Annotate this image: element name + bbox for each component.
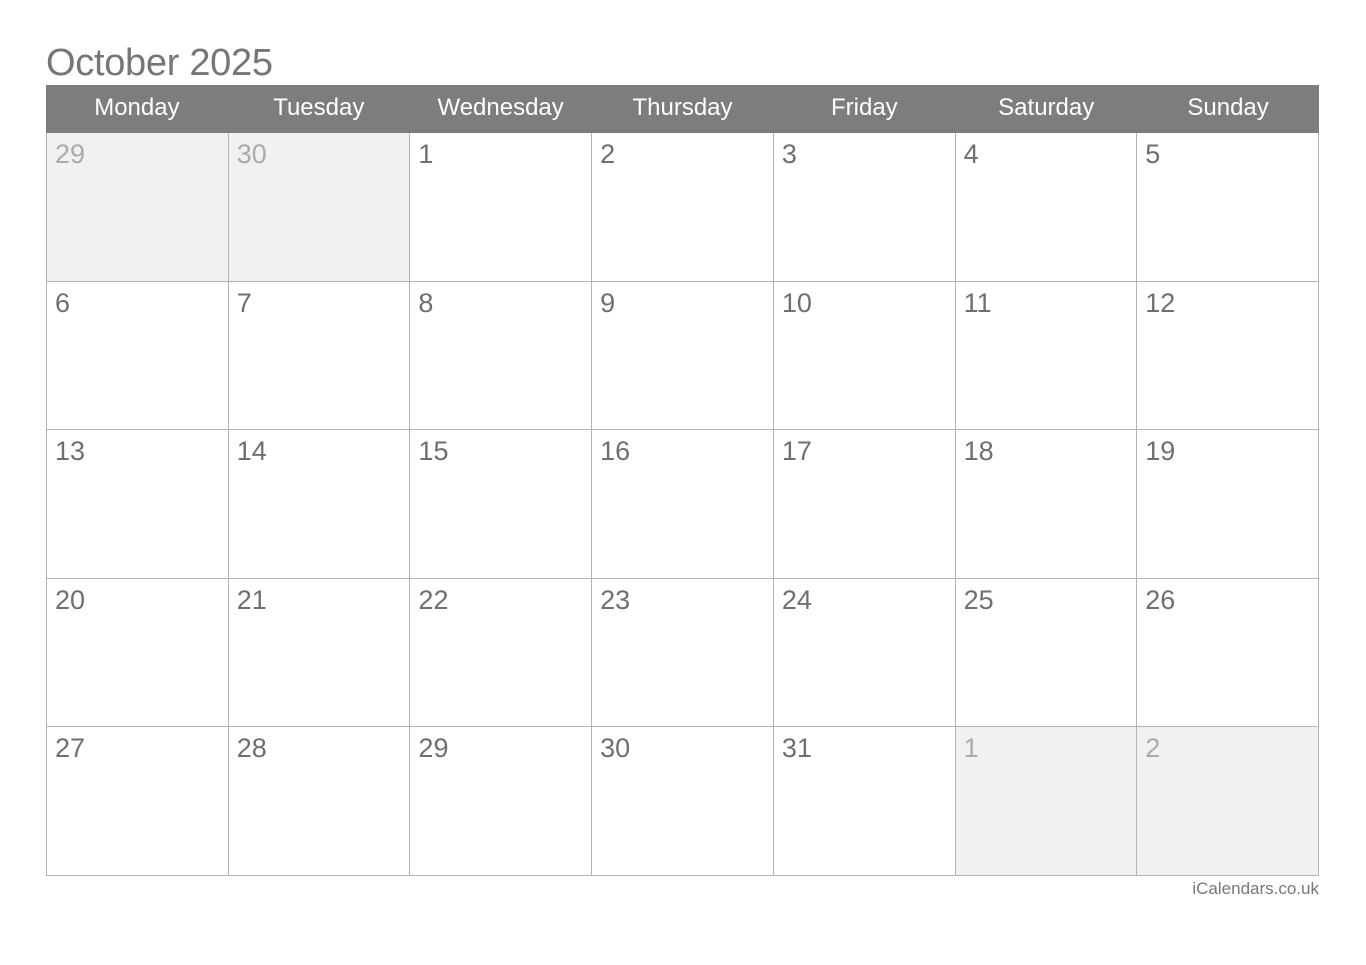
day-cell: 7 bbox=[228, 281, 411, 431]
weekday-tuesday: Tuesday bbox=[273, 94, 365, 121]
day-number: 12 bbox=[1145, 287, 1176, 318]
day-number: 19 bbox=[1145, 436, 1176, 467]
day-number: 11 bbox=[963, 287, 992, 318]
day-number: 21 bbox=[236, 584, 267, 615]
day-cell: 16 bbox=[592, 430, 774, 579]
day-number: 9 bbox=[600, 287, 616, 318]
day-number: 2 bbox=[1145, 733, 1161, 764]
day-cell: 15 bbox=[410, 430, 593, 579]
day-cell: 27 bbox=[47, 727, 229, 876]
day-cell: 18 bbox=[955, 430, 1138, 579]
day-cell: 30 bbox=[592, 727, 774, 876]
day-number: 22 bbox=[418, 584, 449, 615]
day-cell: 28 bbox=[228, 727, 411, 876]
day-number: 24 bbox=[781, 584, 812, 615]
weekday-wednesday: Wednesday bbox=[437, 94, 564, 121]
day-number: 8 bbox=[418, 287, 434, 318]
day-number: 15 bbox=[418, 436, 449, 467]
day-cell: 2 bbox=[592, 133, 774, 282]
day-cell: 19 bbox=[1137, 430, 1319, 579]
day-cell: 21 bbox=[228, 578, 411, 728]
weekday-thursday: Thursday bbox=[632, 94, 733, 121]
day-cell-other-month: 29 bbox=[47, 133, 229, 282]
day-cell: 25 bbox=[955, 578, 1138, 728]
day-cell: 3 bbox=[773, 133, 956, 282]
day-number: 1 bbox=[963, 733, 979, 764]
day-cell: 22 bbox=[410, 578, 593, 728]
day-number: 5 bbox=[1145, 139, 1161, 169]
day-number: 31 bbox=[781, 733, 812, 764]
weekday-monday: Monday bbox=[94, 94, 180, 121]
day-cell: 1 bbox=[410, 133, 593, 282]
day-cell: 5 bbox=[1137, 133, 1319, 282]
day-cell: 31 bbox=[773, 727, 956, 876]
day-cell-other-month: 30 bbox=[228, 133, 411, 282]
day-number: 18 bbox=[963, 436, 994, 467]
day-number: 17 bbox=[781, 436, 812, 467]
day-number: 28 bbox=[236, 733, 267, 764]
day-cell: 24 bbox=[773, 578, 956, 728]
day-number: 23 bbox=[600, 584, 631, 615]
day-number: 27 bbox=[55, 733, 86, 764]
day-number: 14 bbox=[236, 436, 267, 467]
weekday-header: Monday Tuesday Wednesday Thursday Friday… bbox=[46, 85, 1319, 133]
day-cell: 23 bbox=[592, 578, 774, 728]
day-cell: 29 bbox=[410, 727, 593, 876]
day-number: 2 bbox=[600, 139, 616, 169]
day-cell: 20 bbox=[47, 578, 229, 728]
day-number: 30 bbox=[600, 733, 631, 764]
weekday-sunday: Sunday bbox=[1187, 94, 1269, 121]
day-cell: 11 bbox=[955, 281, 1138, 431]
day-number: 16 bbox=[600, 436, 631, 467]
day-number: 4 bbox=[963, 139, 979, 169]
day-cell: 26 bbox=[1137, 578, 1319, 728]
day-number: 30 bbox=[236, 139, 267, 169]
day-cell: 6 bbox=[47, 281, 229, 431]
day-number: 29 bbox=[55, 139, 86, 169]
day-cell: 12 bbox=[1137, 281, 1319, 431]
day-cell: 13 bbox=[47, 430, 229, 579]
day-grid: 29 30 1 2 3 4 5 6 7 8 9 10 11 12 13 14 15 16 17 18 19 20 21 22 2… bbox=[46, 133, 1319, 876]
day-number: 26 bbox=[1145, 584, 1176, 615]
day-cell-other-month: 1 bbox=[955, 727, 1138, 876]
day-cell: 9 bbox=[592, 281, 774, 431]
weekday-saturday: Saturday bbox=[998, 94, 1095, 121]
day-number: 1 bbox=[418, 139, 434, 169]
day-number: 29 bbox=[418, 733, 449, 764]
day-number: 25 bbox=[963, 584, 994, 615]
day-number: 20 bbox=[55, 584, 86, 615]
day-cell: 4 bbox=[955, 133, 1138, 282]
month-calendar: Monday Tuesday Wednesday Thursday Friday… bbox=[46, 85, 1319, 876]
day-number: 6 bbox=[55, 287, 71, 318]
day-number: 13 bbox=[55, 436, 86, 467]
day-cell: 17 bbox=[773, 430, 956, 579]
calendar-title: October 2025 bbox=[46, 42, 273, 84]
day-cell-other-month: 2 bbox=[1137, 727, 1319, 876]
weekday-friday: Friday bbox=[831, 94, 898, 121]
day-number: 3 bbox=[781, 139, 797, 169]
day-number: 10 bbox=[781, 287, 812, 318]
day-cell: 14 bbox=[228, 430, 411, 579]
day-cell: 10 bbox=[773, 281, 956, 431]
day-cell: 8 bbox=[410, 281, 593, 431]
day-number: 7 bbox=[236, 287, 252, 318]
footer-credit: iCalendars.co.uk bbox=[1192, 879, 1319, 898]
